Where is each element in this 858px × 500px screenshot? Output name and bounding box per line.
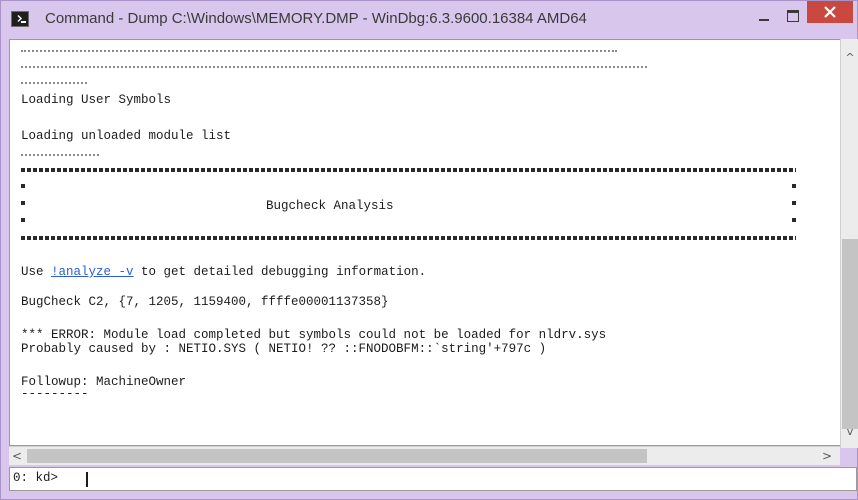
command-prompt-icon [11,11,29,27]
progress-dots [21,154,99,157]
scroll-right-arrow-icon[interactable]: > [819,447,835,465]
banner-border-right [792,218,796,222]
banner-border-right [792,201,796,205]
error-line: *** ERROR: Module load completed but sym… [21,328,607,342]
output-line: Loading User Symbols [21,93,172,107]
vertical-scroll-thumb[interactable] [842,239,858,429]
title-bar[interactable]: Command - Dump C:\Windows\MEMORY.DMP - W… [1,1,857,39]
banner-border-left [21,218,25,222]
output-line: Loading unloaded module list [21,129,232,143]
progress-dots [21,66,647,69]
banner-title: Bugcheck Analysis [266,199,394,213]
scroll-left-arrow-icon[interactable]: < [9,447,25,465]
banner-border-left [21,201,25,205]
command-output[interactable]: Loading User Symbols Loading unloaded mo… [9,39,840,446]
command-prompt-label: 0: kd> [13,471,59,485]
progress-dots [21,82,87,85]
probably-caused-line: Probably caused by : NETIO.SYS ( NETIO! … [21,342,547,356]
close-icon [824,6,836,18]
scroll-up-arrow-icon[interactable]: ^ [841,49,858,66]
maximize-button[interactable] [780,7,806,27]
command-input[interactable] [90,470,850,488]
horizontal-scroll-thumb[interactable] [27,449,647,463]
banner-border-right [792,184,796,188]
analyze-hint-line: Use !analyze -v to get detailed debuggin… [21,265,426,279]
analyze-link[interactable]: !analyze -v [51,265,134,279]
vertical-scrollbar[interactable]: ^ v [840,39,858,448]
banner-border-top [21,168,796,172]
minimize-button[interactable] [751,7,777,27]
bugcheck-line: BugCheck C2, {7, 1205, 1159400, ffffe000… [21,295,389,309]
banner-border-left [21,184,25,188]
command-bar: 0: kd> [9,467,857,491]
window-title: Command - Dump C:\Windows\MEMORY.DMP - W… [45,10,587,27]
followup-rule: --------- [21,387,89,401]
horizontal-scrollbar[interactable]: < > [9,446,840,465]
windbg-command-window: Command - Dump C:\Windows\MEMORY.DMP - W… [0,0,858,500]
analyze-hint-prefix: Use [21,265,52,279]
banner-border-bottom [21,236,796,240]
progress-dots [21,50,617,53]
text-caret [86,472,88,487]
close-button[interactable] [807,1,853,23]
analyze-hint-suffix: to get detailed debugging information. [133,265,427,279]
scroll-down-arrow-icon[interactable]: v [841,423,858,440]
